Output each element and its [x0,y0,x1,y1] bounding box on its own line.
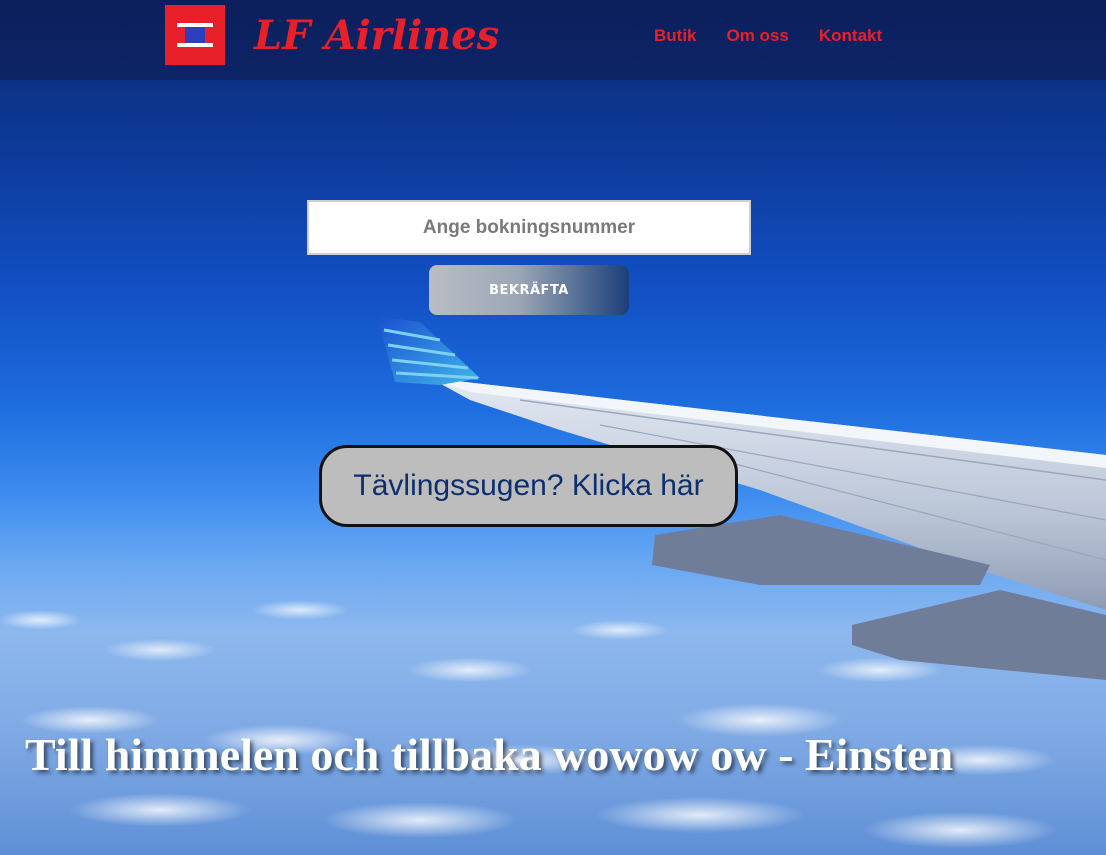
hero-tagline: Till himmelen och tillbaka wowow ow - Ei… [25,729,954,780]
nav-link-om-oss[interactable]: Om oss [727,26,789,46]
lf-airlines-logo-icon[interactable] [165,5,225,65]
contest-button[interactable]: Tävlingssugen? Klicka här [319,445,738,527]
airplane-wing-image [377,316,1106,680]
brand-name[interactable]: LF Airlines [254,10,499,62]
site-header: LF Airlines Butik Om oss Kontakt [0,0,1106,80]
nav-link-kontakt[interactable]: Kontakt [819,26,882,46]
main-nav: Butik Om oss Kontakt [654,26,882,46]
nav-link-butik[interactable]: Butik [654,26,697,46]
page: LF Airlines Butik Om oss Kontakt BEKRÄFT… [0,0,1106,855]
booking-number-input[interactable] [307,200,751,255]
confirm-button[interactable]: BEKRÄFTA [429,265,629,315]
